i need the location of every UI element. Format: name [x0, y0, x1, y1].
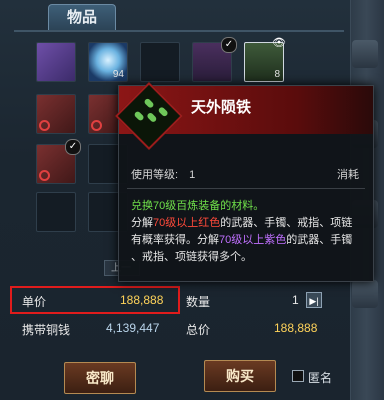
tab-divider — [14, 30, 344, 32]
item-slot-scroll[interactable] — [36, 42, 76, 82]
anonymous-checkbox[interactable] — [292, 370, 304, 382]
buy-button[interactable]: 购买 — [204, 360, 276, 392]
unit-price-label: 单价 — [22, 295, 47, 309]
forbidden-icon — [39, 120, 50, 131]
tooltip-level-row: 使用等级: 1 消耗 — [131, 166, 367, 182]
tooltip-divider — [127, 188, 365, 189]
item-slot-helmet[interactable]: ✓ — [192, 37, 237, 82]
item-slot-empty[interactable] — [36, 192, 76, 232]
unit-price-value: 188,888 — [120, 293, 164, 307]
total-price-label: 总价 — [186, 323, 211, 337]
tooltip-description: 兑换70级百炼装备的材料。 分解70级以上红色的武器、手镯、戒指、项链 有概率获… — [131, 198, 367, 266]
level-label: 使用等级: — [131, 169, 179, 181]
quantity-max-button[interactable]: ▶| — [306, 292, 322, 308]
level-value: 1 — [189, 169, 196, 181]
whisper-button[interactable]: 密聊 — [64, 362, 136, 394]
copper-label: 携带铜钱 — [22, 323, 71, 337]
desc-line: 分解70级以上红色的武器、手镯、戒指、项链 — [131, 217, 353, 229]
checkmark-icon: ✓ — [221, 37, 237, 53]
item-slot-weapon[interactable] — [36, 94, 76, 134]
item-slot-orb[interactable]: 94 — [88, 42, 128, 82]
item-slot-hook[interactable]: ✓ — [36, 139, 81, 184]
forbidden-icon — [39, 170, 50, 181]
item-type: 消耗 — [337, 169, 359, 181]
total-price-value: 188,888 — [274, 321, 318, 335]
item-quantity: 94 — [112, 69, 124, 80]
quantity-value[interactable]: 1 — [292, 293, 299, 307]
side-button-icon — [352, 280, 378, 308]
item-tooltip: 天外陨铁 使用等级: 1 消耗 兑换70级百炼装备的材料。 分解70级以上红色的… — [115, 82, 374, 282]
forbidden-icon — [91, 120, 102, 131]
eye-icon: 👁 — [272, 37, 286, 49]
desc-line: 有概率获得。分解70级以上紫色的武器、手镯 — [131, 234, 353, 246]
item-slot-ore[interactable]: 👁 8 — [244, 37, 286, 82]
desc-line: 、戒指、项链获得多个。 — [131, 251, 252, 263]
tab-items[interactable]: 物品 — [48, 4, 116, 31]
item-slot-empty[interactable] — [140, 42, 180, 82]
desc-line: 兑换70级百炼装备的材料。 — [131, 200, 265, 212]
quantity-label: 数量 — [186, 295, 211, 309]
tooltip-title: 天外陨铁 — [191, 99, 252, 116]
item-quantity: 8 — [274, 69, 280, 80]
copper-value: 4,139,447 — [106, 321, 160, 335]
anonymous-label: 匿名 — [308, 371, 333, 385]
side-button-icon — [352, 40, 378, 68]
checkmark-icon: ✓ — [65, 139, 81, 155]
